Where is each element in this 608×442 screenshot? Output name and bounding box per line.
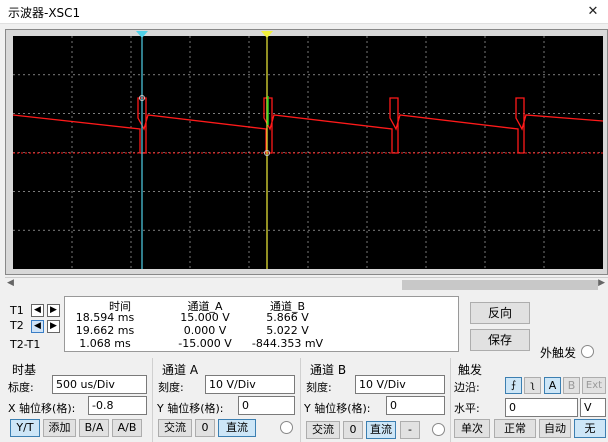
timebase-scale-field[interactable]: 500 us/Div: [52, 375, 147, 394]
trigger-title: 触发: [458, 363, 483, 377]
channel-b-radio[interactable]: [432, 423, 445, 436]
channel-a-zero-button[interactable]: 0: [195, 419, 215, 437]
t2-channel-b: 5.022 V: [266, 324, 309, 337]
measurement-readout: 时间 通道_A 通道_B 18.594 ms 15.000 V 5.866 V …: [64, 296, 459, 352]
external-trigger-radio[interactable]: [581, 345, 594, 358]
channel-b-ypos-field[interactable]: 0: [386, 396, 445, 415]
channel-a-radio[interactable]: [280, 421, 293, 434]
arrow-left-icon: ◀: [34, 305, 41, 315]
channel-a-dc-button[interactable]: 直流: [218, 419, 256, 437]
channel-b-ypos-label: Y 轴位移(格):: [304, 402, 371, 415]
mode-ab-button[interactable]: A/B: [112, 419, 142, 437]
arrow-right-icon: ▶: [50, 321, 57, 331]
channel-a-ac-button[interactable]: 交流: [158, 419, 192, 437]
trigger-auto-button[interactable]: 自动: [539, 419, 571, 438]
scroll-thumb[interactable]: [402, 280, 598, 290]
trigger-source-a-button[interactable]: A: [544, 377, 561, 394]
trigger-source-b-button[interactable]: B: [563, 377, 580, 394]
timebase-title: 时基: [12, 363, 37, 377]
external-trigger-label: 外触发: [540, 346, 577, 360]
t2-channel-a: 0.000 V: [183, 324, 227, 337]
trigger-none-button[interactable]: 无: [574, 419, 606, 438]
divider: [300, 358, 301, 442]
save-button[interactable]: 保存: [470, 329, 530, 351]
trigger-level-field[interactable]: 0: [505, 398, 578, 417]
channel-b-title: 通道 B: [310, 363, 347, 377]
timebase-scale-label: 标度:: [8, 381, 34, 394]
mode-yt-button[interactable]: Y/T: [10, 419, 40, 437]
channel-a-scale-field[interactable]: 10 V/Div: [205, 375, 295, 394]
rising-edge-button[interactable]: ⨍: [505, 377, 522, 394]
trigger-single-button[interactable]: 单次: [454, 419, 490, 438]
scroll-left-icon[interactable]: ◀: [7, 278, 14, 288]
divider: [450, 358, 451, 442]
horizontal-scrollbar[interactable]: ◀ ▶: [5, 277, 608, 291]
t2-label: T2: [10, 319, 24, 332]
channel-b-scale-field[interactable]: 10 V/Div: [355, 375, 445, 394]
channel-b-ac-button[interactable]: 交流: [306, 421, 340, 439]
mode-add-button[interactable]: 添加: [43, 419, 76, 437]
window-title: 示波器-XSC1: [8, 6, 81, 20]
t1-label: T1: [10, 304, 24, 317]
t2-time: 19.662 ms: [75, 324, 135, 337]
t2-t1-label: T2-T1: [10, 338, 41, 351]
channel-a-ypos-field[interactable]: 0: [238, 396, 295, 415]
falling-edge-icon: ʅ: [530, 380, 535, 391]
diff-channel-a: -15.000 V: [178, 337, 232, 350]
trigger-edge-label: 边沿:: [454, 381, 480, 394]
t1-time: 18.594 ms: [75, 311, 135, 324]
mode-ba-button[interactable]: B/A: [79, 419, 109, 437]
diff-time: 1.068 ms: [79, 337, 131, 350]
t1-left-button[interactable]: ◀: [31, 304, 44, 317]
divider: [152, 358, 153, 442]
arrow-right-icon: ▶: [50, 305, 57, 315]
t1-right-button[interactable]: ▶: [47, 304, 60, 317]
scope-screen: [12, 31, 604, 269]
scope-display[interactable]: [5, 29, 608, 275]
reverse-button[interactable]: 反向: [470, 302, 530, 324]
channel-a-ypos-label: Y 轴位移(格):: [157, 402, 224, 415]
timebase-xpos-label: X 轴位移(格):: [8, 402, 76, 415]
t2-left-button[interactable]: ◀: [31, 320, 44, 333]
t2-right-button[interactable]: ▶: [47, 320, 60, 333]
oscilloscope-window: 示波器-XSC1 ✕ ◀ ▶ T1 ◀ ▶ T2 ◀ ▶ T2-T1 时间 通道…: [0, 0, 608, 442]
trigger-normal-button[interactable]: 正常: [494, 419, 536, 438]
channel-a-title: 通道 A: [162, 363, 199, 377]
title-bar: 示波器-XSC1 ✕: [0, 0, 608, 24]
trigger-level-label: 水平:: [454, 402, 480, 415]
scroll-right-icon[interactable]: ▶: [598, 278, 605, 288]
channel-b-minus-button[interactable]: -: [400, 421, 420, 439]
arrow-left-icon: ◀: [34, 321, 41, 331]
channel-b-dc-button[interactable]: 直流: [366, 421, 396, 439]
trigger-level-unit[interactable]: V: [580, 398, 606, 417]
channel-b-zero-button[interactable]: 0: [343, 421, 363, 439]
t1-channel-b: 5.866 V: [266, 311, 309, 324]
trigger-source-ext-button[interactable]: Ext: [582, 377, 606, 394]
diff-channel-b: -844.353 mV: [251, 337, 324, 350]
t1-channel-a: 15.000 V: [180, 311, 230, 324]
channel-a-scale-label: 刻度:: [158, 381, 184, 394]
rising-edge-icon: ⨍: [510, 380, 517, 391]
falling-edge-button[interactable]: ʅ: [524, 377, 541, 394]
channel-b-scale-label: 刻度:: [306, 381, 332, 394]
close-icon[interactable]: ✕: [578, 0, 608, 24]
timebase-xpos-field[interactable]: -0.8: [88, 396, 147, 415]
